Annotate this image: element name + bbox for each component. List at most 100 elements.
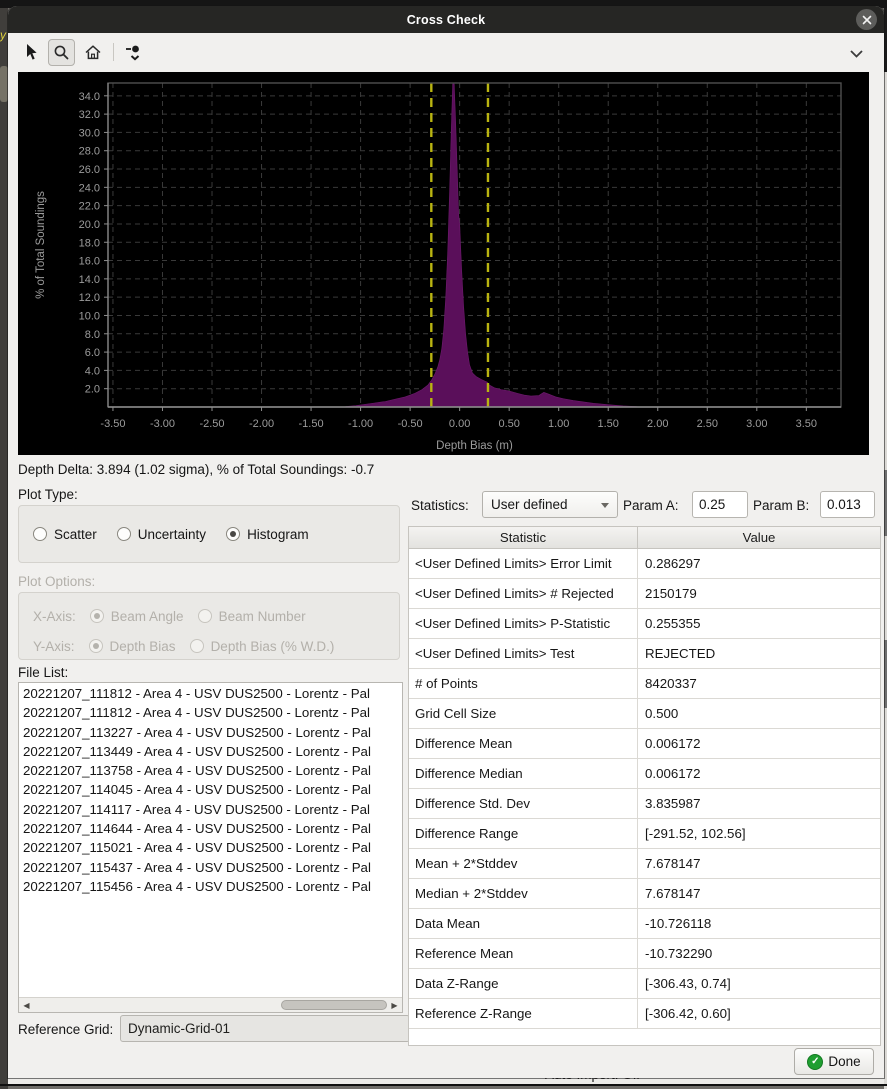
close-button[interactable] [856, 9, 877, 30]
statistics-dropdown[interactable]: User defined [482, 491, 618, 518]
svg-text:3.50: 3.50 [796, 418, 817, 430]
stat-name-cell: <User Defined Limits> Test [409, 639, 638, 668]
table-row[interactable]: <User Defined Limits> # Rejected2150179 [409, 579, 880, 609]
file-listbox[interactable]: 20221207_111812 - Area 4 - USV DUS2500 -… [18, 682, 403, 1013]
home-icon [84, 44, 102, 61]
zoom-tool-button[interactable] [48, 39, 75, 66]
stats-table-body: <User Defined Limits> Error Limit0.28629… [409, 549, 880, 1029]
background-clipped-text: Auto Import: Off [545, 1078, 640, 1082]
svg-text:-0.50: -0.50 [398, 418, 423, 430]
radio-histogram[interactable]: Histogram [226, 527, 309, 542]
svg-text:26.0: 26.0 [79, 164, 100, 176]
file-list-item[interactable]: 20221207_115437 - Area 4 - USV DUS2500 -… [23, 858, 402, 877]
scrollbar-thumb[interactable] [281, 1000, 387, 1010]
radio-uncertainty-circle[interactable] [117, 527, 131, 541]
svg-text:24.0: 24.0 [79, 182, 100, 194]
file-list-item[interactable]: 20221207_113758 - Area 4 - USV DUS2500 -… [23, 761, 402, 780]
stat-value-cell: [-306.42, 0.60] [638, 999, 880, 1028]
statistic-column-header[interactable]: Statistic [409, 527, 638, 548]
radio-beam-angle: Beam Angle [90, 609, 184, 624]
stat-name-cell: Grid Cell Size [409, 699, 638, 728]
table-row[interactable]: Median + 2*Stddev7.678147 [409, 879, 880, 909]
table-header-row[interactable]: Statistic Value [409, 527, 880, 549]
done-button[interactable]: ✓ Done [794, 1048, 874, 1075]
reference-grid-label: Reference Grid: [18, 1022, 113, 1037]
node-select-tool-button[interactable] [125, 43, 143, 62]
statistics-table: Statistic Value <User Defined Limits> Er… [408, 526, 881, 1046]
summary-line: Depth Delta: 3.894 (1.02 sigma), % of To… [18, 462, 374, 477]
file-list-item[interactable]: 20221207_114045 - Area 4 - USV DUS2500 -… [23, 780, 402, 799]
value-column-header[interactable]: Value [638, 527, 880, 548]
table-row[interactable]: Mean + 2*Stddev7.678147 [409, 849, 880, 879]
horizontal-scrollbar[interactable]: ◀ ▶ [19, 997, 402, 1012]
stat-value-cell: 0.286297 [638, 549, 880, 578]
table-row[interactable]: Difference Range[-291.52, 102.56] [409, 819, 880, 849]
titlebar[interactable]: Cross Check [8, 6, 884, 33]
table-row[interactable]: <User Defined Limits> Error Limit0.28629… [409, 549, 880, 579]
table-row[interactable]: <User Defined Limits> P-Statistic0.25535… [409, 609, 880, 639]
stat-value-cell: 7.678147 [638, 879, 880, 908]
file-list-item[interactable]: 20221207_113227 - Area 4 - USV DUS2500 -… [23, 723, 402, 742]
file-list-item[interactable]: 20221207_114644 - Area 4 - USV DUS2500 -… [23, 819, 402, 838]
stat-value-cell: 8420337 [638, 669, 880, 698]
stat-name-cell: # of Points [409, 669, 638, 698]
histogram-chart[interactable]: -3.50-3.00-2.50-2.00-1.50-1.00-0.500.000… [18, 72, 869, 455]
file-list-item[interactable]: 20221207_113449 - Area 4 - USV DUS2500 -… [23, 742, 402, 761]
table-row[interactable]: Grid Cell Size0.500 [409, 699, 880, 729]
reference-grid-input[interactable] [120, 1015, 410, 1042]
svg-text:0.00: 0.00 [449, 418, 470, 430]
svg-text:-1.00: -1.00 [348, 418, 373, 430]
stat-value-cell: [-291.52, 102.56] [638, 819, 880, 848]
pointer-icon [23, 43, 39, 61]
file-list-item[interactable]: 20221207_115456 - Area 4 - USV DUS2500 -… [23, 877, 402, 896]
param-b-label: Param B: [753, 498, 809, 513]
param-a-input[interactable] [692, 491, 748, 518]
svg-text:2.00: 2.00 [647, 418, 668, 430]
table-row[interactable]: Reference Z-Range[-306.42, 0.60] [409, 999, 880, 1029]
svg-text:-3.50: -3.50 [100, 418, 125, 430]
background-left-blob [0, 66, 8, 102]
radio-histogram-circle[interactable] [226, 527, 240, 541]
dialog-title: Cross Check [407, 13, 486, 27]
file-list-item[interactable]: 20221207_115021 - Area 4 - USV DUS2500 -… [23, 838, 402, 857]
file-list-item[interactable]: 20221207_111812 - Area 4 - USV DUS2500 -… [23, 684, 402, 703]
chevron-down-icon [849, 49, 864, 59]
close-icon [862, 15, 872, 25]
svg-text:16.0: 16.0 [79, 256, 100, 268]
scroll-right-arrow-icon[interactable]: ▶ [387, 998, 402, 1012]
radio-beam-number-label: Beam Number [219, 609, 306, 624]
table-row[interactable]: # of Points8420337 [409, 669, 880, 699]
home-tool-button[interactable] [84, 44, 102, 61]
radio-scatter-circle[interactable] [33, 527, 47, 541]
table-row[interactable]: Data Mean-10.726118 [409, 909, 880, 939]
svg-text:-1.50: -1.50 [299, 418, 324, 430]
file-list-item[interactable]: 20221207_114117 - Area 4 - USV DUS2500 -… [23, 800, 402, 819]
table-row[interactable]: Reference Mean-10.732290 [409, 939, 880, 969]
radio-scatter[interactable]: Scatter [33, 527, 97, 542]
table-row[interactable]: Difference Mean0.006172 [409, 729, 880, 759]
radio-uncertainty[interactable]: Uncertainty [117, 527, 206, 542]
pointer-tool-button[interactable] [23, 43, 39, 61]
x-axis-label: X-Axis: [33, 609, 76, 624]
dropdown-arrow-icon [601, 503, 609, 508]
stat-name-cell: Data Z-Range [409, 969, 638, 998]
node-select-icon [125, 43, 143, 62]
table-row[interactable]: Difference Median0.006172 [409, 759, 880, 789]
plot-type-group: Scatter Uncertainty Histogram [18, 505, 400, 563]
table-row[interactable]: <User Defined Limits> TestREJECTED [409, 639, 880, 669]
svg-text:2.0: 2.0 [85, 384, 100, 396]
stat-value-cell: [-306.43, 0.74] [638, 969, 880, 998]
radio-depth-bias-label: Depth Bias [110, 639, 176, 654]
radio-depth-bias-circle [89, 639, 103, 653]
svg-text:10.0: 10.0 [79, 310, 100, 322]
svg-text:3.00: 3.00 [746, 418, 767, 430]
table-row[interactable]: Data Z-Range[-306.43, 0.74] [409, 969, 880, 999]
toolbar-overflow-button[interactable] [849, 46, 864, 64]
check-icon: ✓ [807, 1054, 823, 1070]
param-b-input[interactable] [820, 491, 875, 518]
scroll-left-arrow-icon[interactable]: ◀ [19, 998, 34, 1012]
stat-value-cell: 2150179 [638, 579, 880, 608]
table-row[interactable]: Difference Std. Dev3.835987 [409, 789, 880, 819]
file-list-item[interactable]: 20221207_111812 - Area 4 - USV DUS2500 -… [23, 703, 402, 722]
svg-text:18.0: 18.0 [79, 237, 100, 249]
